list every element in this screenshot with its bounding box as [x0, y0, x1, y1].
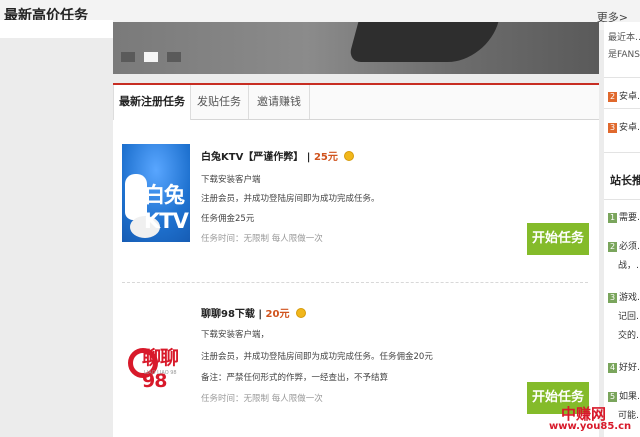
logo-subtext: LIAO LIAO 98 [144, 370, 177, 376]
right-sidebar: 最近本… 是FANS… 2安卓… 3安卓… 站长推… 1需要… 2必须… 战，…… [604, 22, 640, 437]
sidebar-item-label: 安卓… [619, 92, 640, 102]
task-divider [122, 282, 588, 283]
sidebar-text[interactable]: 最近本… [608, 30, 640, 43]
start-task-button[interactable]: 开始任务 [527, 223, 589, 255]
rank-badge: 4 [608, 363, 617, 373]
task-desc-line: 注册会员，并成功登陆房间即为成功完成任务。任务佣金20元 [201, 352, 433, 362]
sidebar-list-item[interactable]: 3安卓… [608, 120, 640, 133]
coin-icon [344, 151, 355, 161]
sidebar-text[interactable]: 是FANS… [608, 47, 640, 60]
tab-post-tasks[interactable]: 发贴任务 [190, 85, 248, 119]
sidebar-separator [604, 199, 640, 200]
banner-image-shape [347, 22, 499, 62]
sidebar-list-item[interactable]: 4好好… [608, 360, 640, 373]
task-name[interactable]: 聊聊98下载 [201, 309, 255, 320]
rank-badge: 5 [608, 392, 617, 402]
title-divider: | [258, 309, 266, 320]
task-desc-line: 下载安装客户端， [201, 330, 270, 340]
carousel-dot-2[interactable] [144, 52, 158, 62]
task-title[interactable]: 白兔KTV【严谨作弊】 | 25元 [201, 148, 355, 163]
sidebar-list-item[interactable]: 3游戏… [608, 290, 640, 303]
rank-badge: 3 [608, 123, 617, 133]
watermark-url: www.you85.cn [549, 421, 632, 432]
sidebar-separator [604, 77, 640, 78]
sidebar-list-item[interactable]: 2安卓… [608, 89, 640, 102]
task-item-2: 聊聊98 LIAO LIAO 98 聊聊98下载 | 20元 下载安装客户端， … [113, 285, 599, 437]
task-meta: 任务时间：无限制 每人限做一次 [201, 234, 323, 244]
task-tabs: 最新注册任务 发贴任务 邀请赚钱 [113, 85, 599, 120]
task-desc-line: 备注：严禁任何形式的作弊，一经查出，不予结算 [201, 373, 389, 383]
sidebar-item-label: 好好… [619, 363, 640, 373]
carousel-dot-3[interactable] [167, 52, 181, 62]
site-watermark: 中赚网 www.you85.cn [549, 403, 640, 437]
sidebar-item-label: 必须… [619, 242, 640, 252]
task-title[interactable]: 聊聊98下载 | 20元 [201, 305, 306, 320]
sidebar-list-item[interactable]: 2必须… [608, 239, 640, 252]
carousel-dot-1[interactable] [121, 52, 135, 62]
sidebar-item-label: 需要… [619, 213, 640, 223]
sidebar-separator [604, 152, 640, 153]
task-logo-baitu-ktv[interactable]: 白兔KTV [122, 144, 190, 242]
sidebar-heading: 站长推… [610, 174, 640, 187]
sidebar-item-continued[interactable]: 战，… [618, 258, 640, 271]
task-meta: 任务时间：无限制 每人限做一次 [201, 394, 323, 404]
task-desc-line: 注册会员，并成功登陆房间即为成功完成任务。 [201, 194, 380, 204]
tab-invite-earn[interactable]: 邀请赚钱 [249, 85, 309, 119]
title-divider: | [306, 152, 314, 163]
left-blank [0, 20, 113, 38]
task-desc-line: 下载安装客户端 [201, 175, 261, 185]
coin-icon [295, 308, 306, 318]
rank-badge: 2 [608, 242, 617, 252]
task-name[interactable]: 白兔KTV【严谨作弊】 [201, 152, 303, 163]
task-price: 25元 [313, 152, 338, 163]
logo-text: 白兔KTV [144, 183, 189, 233]
sidebar-item-continued[interactable]: 记回… [618, 309, 640, 322]
sidebar-item-continued[interactable]: 交的… [618, 328, 640, 341]
task-logo-liaoliao98[interactable]: 聊聊98 LIAO LIAO 98 [122, 308, 190, 406]
task-panel: 最新注册任务 发贴任务 邀请赚钱 白兔KTV 白兔KTV【严谨作弊】 | 25元… [113, 85, 599, 437]
logo-text: 聊聊98 [142, 347, 179, 392]
task-item-1: 白兔KTV 白兔KTV【严谨作弊】 | 25元 下载安装客户端 注册会员，并成功… [113, 119, 599, 279]
sidebar-item-label: 安卓… [619, 123, 640, 133]
sidebar-list-item[interactable]: 5如果… [608, 389, 640, 402]
rank-badge: 3 [608, 293, 617, 303]
sidebar-item-label: 游戏… [619, 293, 640, 303]
rank-badge: 1 [608, 213, 617, 223]
task-price: 20元 [265, 309, 290, 320]
sidebar-list-item[interactable]: 1需要… [608, 210, 640, 223]
banner-carousel[interactable] [113, 22, 599, 74]
rank-badge: 2 [608, 92, 617, 102]
task-desc-line: 任务佣金25元 [201, 214, 255, 224]
tab-separator [309, 85, 310, 119]
sidebar-item-label: 如果… [619, 392, 640, 402]
sidebar-separator [604, 108, 640, 109]
tab-register-tasks[interactable]: 最新注册任务 [113, 85, 191, 120]
